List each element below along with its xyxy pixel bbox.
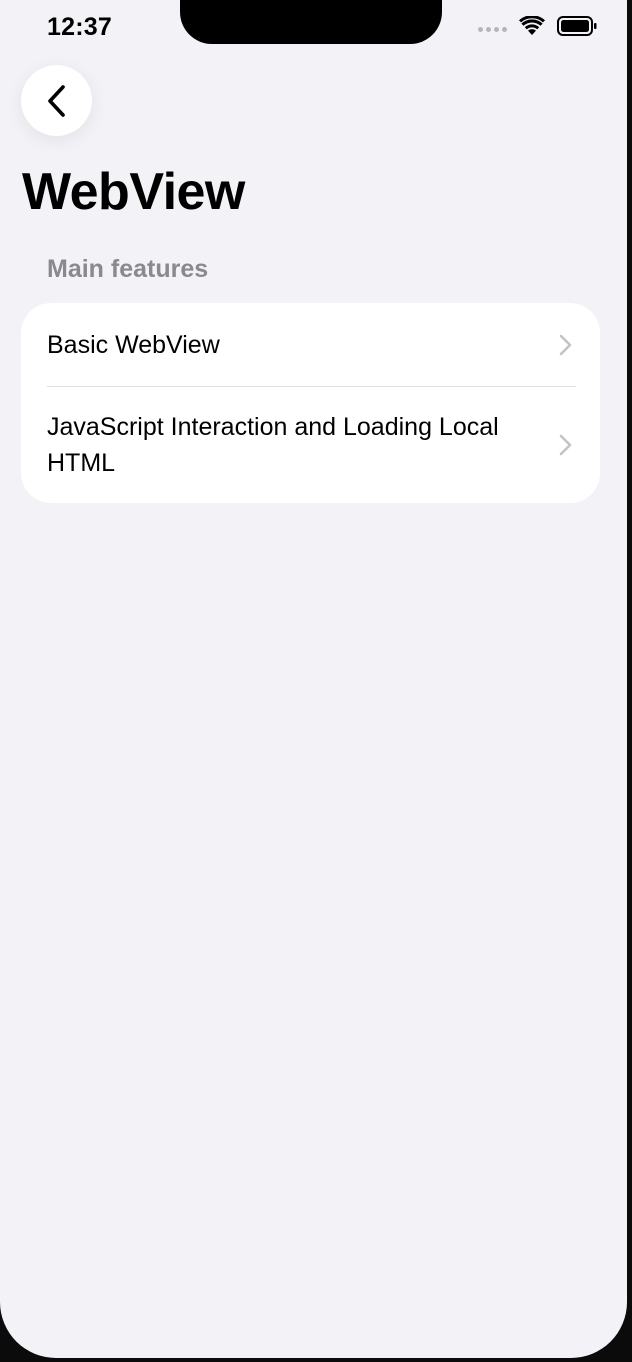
back-button[interactable]: [21, 65, 92, 136]
status-time: 12:37: [47, 13, 112, 41]
features-list: Basic WebView JavaScript Interaction and…: [21, 303, 600, 503]
chevron-right-icon: [559, 434, 572, 456]
chevron-left-icon: [47, 84, 65, 117]
section-header: Main features: [47, 255, 209, 283]
cellular-signal-icon: [478, 26, 507, 32]
device-notch: [180, 0, 442, 44]
chevron-right-icon: [559, 334, 572, 356]
status-icons: [478, 16, 597, 36]
list-item-label: Basic WebView: [47, 331, 220, 359]
list-item-javascript-interaction[interactable]: JavaScript Interaction and Loading Local…: [21, 387, 600, 503]
battery-icon: [557, 16, 597, 36]
list-item-label: JavaScript Interaction and Loading Local…: [47, 413, 499, 477]
wifi-icon: [519, 16, 545, 35]
page-title: WebView: [22, 163, 245, 221]
list-item-basic-webview[interactable]: Basic WebView: [21, 303, 600, 387]
app-screen: 12:37 WebView Main features Basic WebVie…: [0, 0, 627, 1358]
